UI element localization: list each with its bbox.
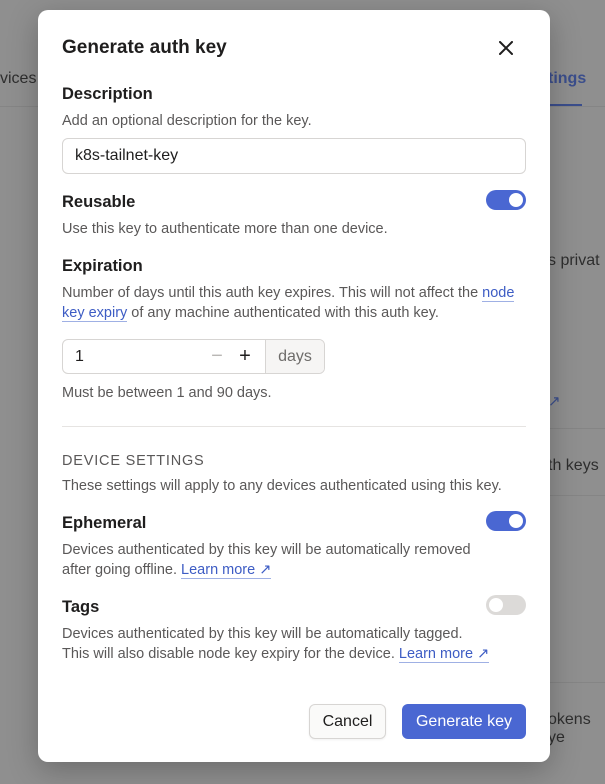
expiration-note: Must be between 1 and 90 days.	[62, 385, 272, 401]
expiration-help-text: Number of days until this auth key expir…	[62, 285, 483, 301]
bg-divider	[548, 682, 605, 683]
bg-tab-settings: tings	[548, 70, 587, 87]
description-input[interactable]	[62, 138, 526, 174]
ephemeral-toggle[interactable]	[486, 511, 526, 531]
expiration-unit: days	[265, 340, 324, 373]
increment-button[interactable]: +	[231, 340, 259, 373]
close-icon	[499, 41, 513, 55]
reusable-toggle[interactable]	[486, 190, 526, 210]
tags-learn-more-link[interactable]: Learn more ↗	[398, 646, 490, 663]
generate-key-button[interactable]: Generate key	[402, 704, 526, 739]
tags-help-line2: This will also disable node key expiry f…	[62, 646, 399, 662]
reusable-help: Use this key to authenticate more than o…	[62, 221, 388, 237]
expiration-stepper: 1 − + days	[62, 339, 325, 374]
ephemeral-label: Ephemeral	[62, 514, 147, 532]
generate-auth-key-dialog: Generate auth key Description Add an opt…	[38, 10, 550, 762]
tags-label: Tags	[62, 598, 100, 616]
expiration-label: Expiration	[62, 257, 143, 275]
ephemeral-help-line2: after going offline.	[62, 562, 182, 578]
bg-text-auth-keys: th keys	[548, 457, 599, 474]
bg-divider	[548, 428, 605, 429]
toggle-knob	[489, 598, 503, 612]
bg-tab-devices: vices	[0, 70, 37, 87]
close-button[interactable]	[494, 36, 518, 60]
ephemeral-help: Devices authenticated by this key will b…	[62, 540, 492, 580]
bg-text-private: s privat	[548, 252, 600, 269]
expiration-help-text-end: of any machine authenticated with this a…	[127, 305, 439, 321]
dialog-title: Generate auth key	[62, 37, 227, 58]
tags-help: Devices authenticated by this key will b…	[62, 624, 502, 664]
decrement-button[interactable]: −	[203, 340, 231, 373]
ephemeral-help-line1: Devices authenticated by this key will b…	[62, 542, 471, 558]
tags-help-line1: Devices authenticated by this key will b…	[62, 626, 463, 642]
bg-divider	[548, 495, 605, 496]
device-settings-help: These settings will apply to any devices…	[62, 478, 502, 494]
expiration-value[interactable]: 1	[63, 340, 203, 373]
reusable-label: Reusable	[62, 193, 136, 211]
bg-text-tokens: okens ye	[548, 711, 591, 746]
section-divider	[62, 426, 526, 427]
tags-toggle[interactable]	[486, 595, 526, 615]
cancel-button[interactable]: Cancel	[309, 704, 386, 739]
ephemeral-learn-more-link[interactable]: Learn more ↗	[181, 562, 272, 579]
description-help: Add an optional description for the key.	[62, 113, 312, 129]
toggle-knob	[509, 514, 523, 528]
description-label: Description	[62, 85, 153, 103]
toggle-knob	[509, 193, 523, 207]
device-settings-heading: DEVICE SETTINGS	[62, 453, 205, 469]
expiration-help: Number of days until this auth key expir…	[62, 283, 526, 323]
